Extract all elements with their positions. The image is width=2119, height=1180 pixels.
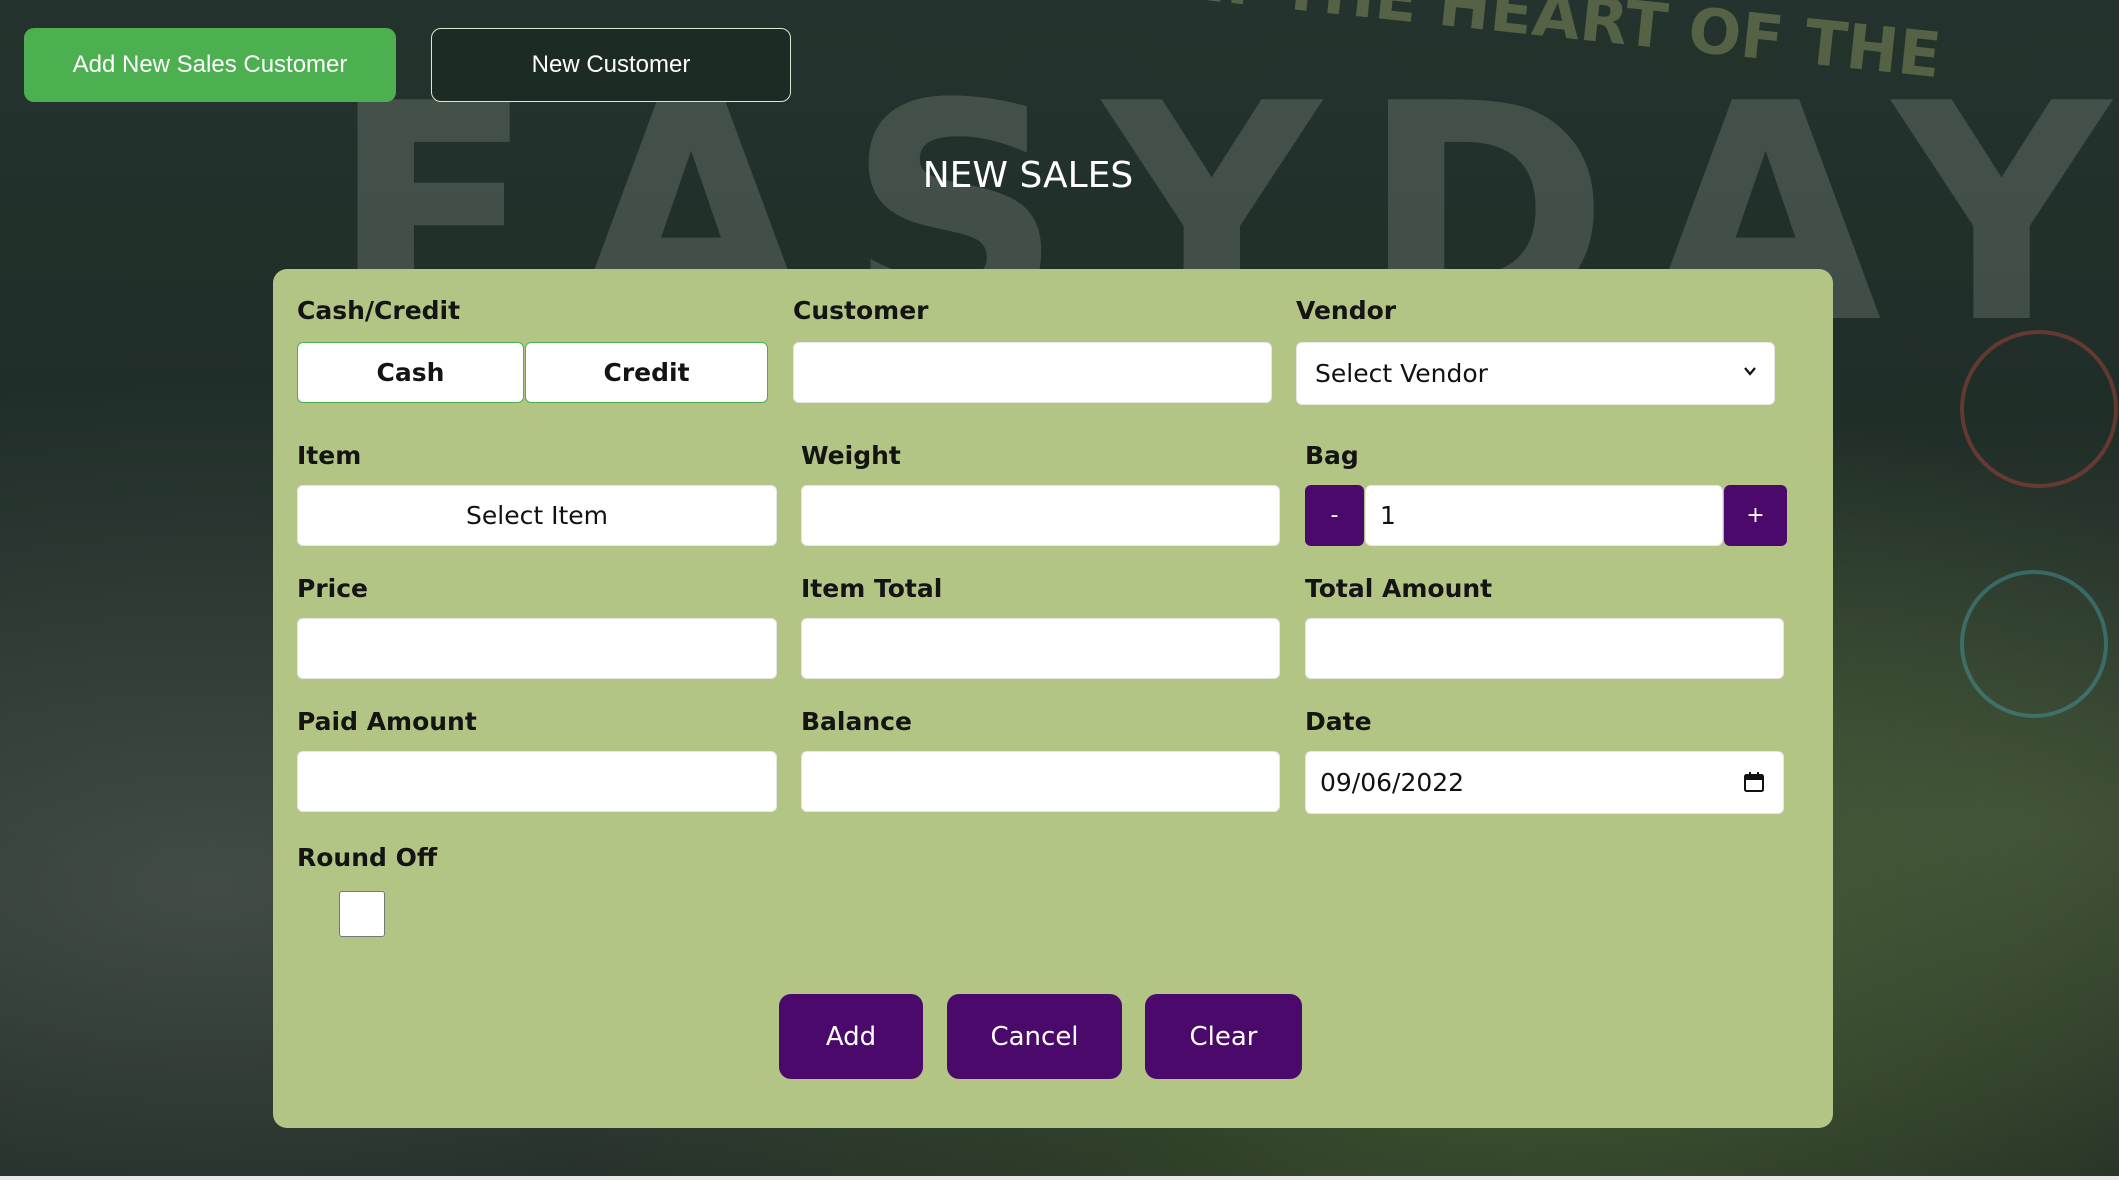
price-input[interactable] xyxy=(297,618,777,679)
round-off-label: Round Off xyxy=(297,843,438,872)
calendar-icon[interactable] xyxy=(1743,771,1765,793)
bag-decrement-button[interactable]: - xyxy=(1305,485,1364,546)
total-amount-label: Total Amount xyxy=(1305,574,1493,603)
credit-toggle-button[interactable]: Credit xyxy=(525,342,768,403)
item-total-input[interactable] xyxy=(801,618,1280,679)
cancel-button[interactable]: Cancel xyxy=(947,994,1122,1079)
bag-increment-button[interactable]: + xyxy=(1724,485,1787,546)
cash-toggle-button[interactable]: Cash xyxy=(297,342,524,403)
add-button[interactable]: Add xyxy=(779,994,923,1079)
new-customer-button[interactable]: New Customer xyxy=(431,28,791,102)
new-sales-form: Cash/Credit Cash Credit Customer Vendor … xyxy=(273,269,1833,1128)
chevron-down-icon xyxy=(1744,367,1756,376)
item-total-label: Item Total xyxy=(801,574,943,603)
background-discount-badge xyxy=(1960,330,2118,488)
add-new-sales-customer-button[interactable]: Add New Sales Customer xyxy=(24,28,396,102)
cash-credit-label: Cash/Credit xyxy=(297,296,461,325)
date-label: Date xyxy=(1305,707,1372,736)
bottom-divider xyxy=(0,1176,2119,1180)
background-gift-badge xyxy=(1960,570,2108,718)
vendor-select[interactable]: Select Vendor xyxy=(1296,342,1775,405)
round-off-checkbox[interactable] xyxy=(339,891,385,937)
weight-label: Weight xyxy=(801,441,901,470)
paid-amount-label: Paid Amount xyxy=(297,707,477,736)
total-amount-input[interactable] xyxy=(1305,618,1784,679)
balance-input[interactable] xyxy=(801,751,1280,812)
vendor-label: Vendor xyxy=(1296,296,1397,325)
page-title: NEW SALES xyxy=(922,155,1134,196)
date-value: 09/06/2022 xyxy=(1320,768,1465,797)
vendor-select-value: Select Vendor xyxy=(1315,359,1488,388)
item-label: Item xyxy=(297,441,362,470)
date-input[interactable]: 09/06/2022 xyxy=(1305,751,1784,814)
customer-label: Customer xyxy=(793,296,929,325)
price-label: Price xyxy=(297,574,368,603)
clear-button[interactable]: Clear xyxy=(1145,994,1302,1079)
customer-input[interactable] xyxy=(793,342,1272,403)
paid-amount-input[interactable] xyxy=(297,751,777,812)
weight-input[interactable] xyxy=(801,485,1280,546)
bag-label: Bag xyxy=(1305,441,1359,470)
balance-label: Balance xyxy=(801,707,912,736)
bag-quantity-input[interactable]: 1 xyxy=(1365,485,1723,546)
item-select[interactable]: Select Item xyxy=(297,485,777,546)
